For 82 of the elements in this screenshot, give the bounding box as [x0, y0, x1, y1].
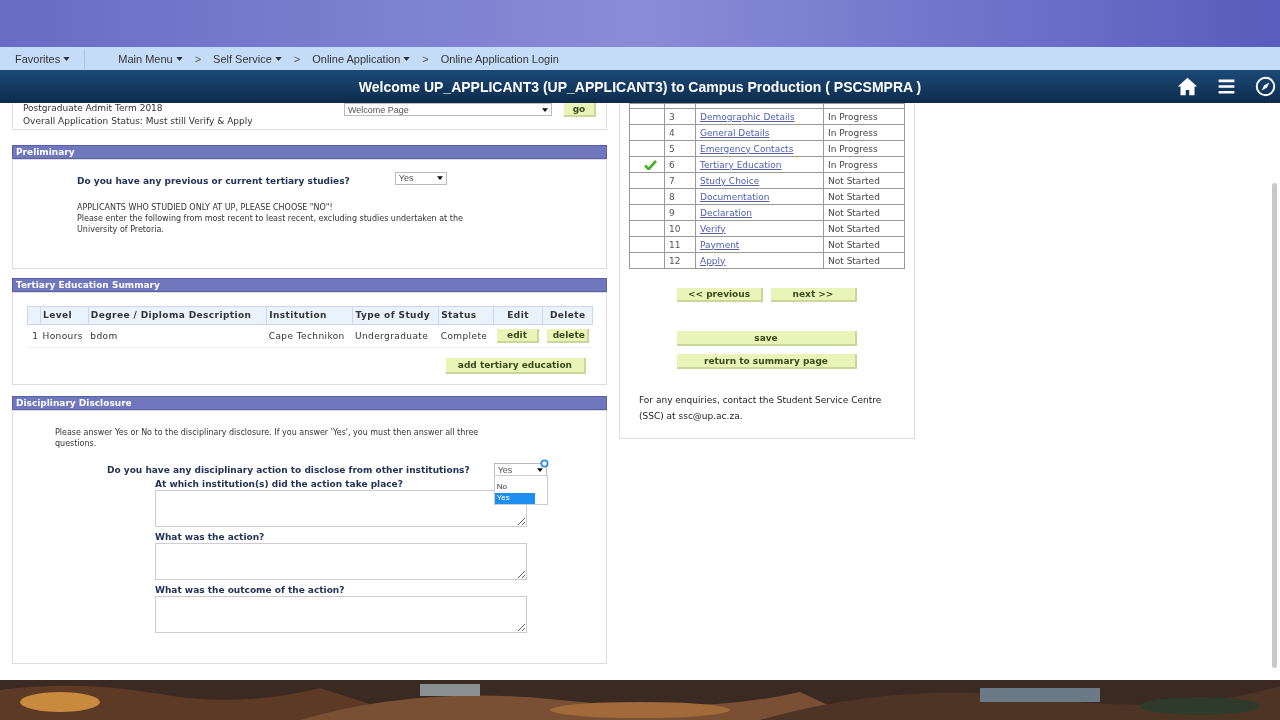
table-cell: bdom — [88, 324, 267, 348]
table-cell: 1 — [27, 324, 41, 348]
question-label: Do you have any previous or current tertiary studies? — [77, 176, 350, 186]
nav-menu-link[interactable]: Main Menu — [118, 52, 183, 65]
answer-select[interactable]: Yes — [394, 171, 447, 185]
caret-icon — [274, 56, 282, 61]
step-number: 9 — [664, 204, 696, 221]
cursor-ring-icon — [539, 459, 549, 468]
instruction-text: Please enter the following from most recent to least recent, excluding studies undertaken at the University of Pretoria. — [77, 213, 464, 235]
home-icon[interactable] — [1177, 76, 1198, 97]
table-cell: Cape Technikon — [266, 324, 353, 348]
caret-icon — [175, 56, 183, 61]
column-header: Status — [438, 306, 494, 325]
table-cell: Honours — [40, 324, 89, 348]
dropdown-option[interactable]: No — [494, 482, 535, 493]
scrollbar[interactable] — [1272, 183, 1277, 668]
table-header — [27, 306, 41, 325]
step-status: Not Started — [823, 188, 905, 205]
go-button[interactable]: go — [564, 103, 596, 117]
nav-menu-link[interactable]: Favorites — [15, 48, 86, 69]
step-number: 6 — [664, 156, 696, 173]
step-status: Not Started — [823, 252, 905, 269]
return-button[interactable]: return to summary page — [677, 354, 857, 369]
section-header: Preliminary — [12, 145, 607, 159]
save-button[interactable]: save — [677, 331, 857, 346]
instruction-text: Please answer Yes or No to the disciplinary disclosure. If you answer 'Yes', you must then answer all three questions. — [55, 427, 480, 449]
field-label: What was the outcome of the action? — [155, 585, 345, 595]
edit-button[interactable]: edit — [497, 329, 540, 343]
section-header: Disciplinary Disclosure — [12, 396, 607, 410]
table-cell: Complete — [438, 324, 494, 348]
caret-icon — [403, 56, 411, 61]
step-number: 7 — [664, 172, 696, 189]
delete-button[interactable]: delete — [546, 329, 589, 343]
add-tertiary-button[interactable]: add tertiary education — [445, 358, 586, 374]
admit-term: Postgraduate Admit Term 2018 — [23, 103, 164, 113]
column-header: Type of Study — [352, 306, 439, 325]
table-cell: Undergraduate — [352, 324, 439, 348]
step-number: 4 — [664, 124, 696, 141]
compass-icon[interactable] — [1255, 76, 1276, 97]
step-number: 12 — [664, 252, 696, 269]
caret-icon — [63, 56, 71, 61]
step-number: 11 — [664, 236, 696, 253]
step-status: In Progress — [823, 140, 905, 157]
section-header: Tertiary Education Summary — [12, 278, 607, 292]
field-label: What was the action? — [155, 532, 265, 542]
instruction-text: APPLICANTS WHO STUDIED ONLY AT UP, PLEASE CHOOSE "NO"! — [77, 202, 334, 213]
field-label: At which institution(s) did the action take place? — [155, 479, 403, 489]
column-header: Delete — [542, 306, 593, 325]
step-link[interactable]: Verify — [700, 223, 726, 234]
nav-menu-link[interactable]: Online Application Login — [440, 52, 559, 65]
step-status: Not Started — [823, 220, 905, 237]
caret-icon — [542, 107, 548, 112]
next-button[interactable]: next >> — [771, 288, 857, 302]
breadcrumb-separator: > — [293, 52, 301, 65]
enquiries-text: For any enquiries, contact the Student Service Centre (SSC) at ssc@up.ac.za. — [639, 394, 883, 423]
breadcrumb-separator: > — [422, 52, 429, 65]
step-number: 8 — [664, 188, 696, 205]
column-header: Level — [40, 306, 89, 325]
breadcrumb-separator: > — [194, 52, 202, 65]
text-area[interactable] — [155, 490, 527, 527]
step-number: 3 — [664, 108, 696, 125]
caret-icon — [536, 467, 543, 472]
step-status: In Progress — [823, 108, 905, 125]
caret-icon — [436, 176, 443, 180]
welcome-title: Welcome UP_APPLICANT3 (UP_APPLICANT3) to Campus Production ( PSCSMPRA ) — [358, 78, 922, 95]
nav-menu-link[interactable]: Online Application — [312, 52, 411, 65]
step-status: In Progress — [823, 124, 905, 141]
column-header: Institution — [266, 306, 353, 325]
question-label: Do you have any disciplinary action to disclose from other institutions? — [107, 464, 470, 475]
step-link[interactable]: Apply — [700, 255, 726, 266]
step-number: 5 — [664, 140, 696, 157]
step-status: In Progress — [823, 156, 905, 173]
application-status: Overall Application Status: Must still Verify & Apply — [23, 116, 254, 126]
step-status: Not Started — [823, 236, 905, 253]
previous-button[interactable]: << previous — [677, 288, 763, 302]
step-status: Not Started — [823, 172, 905, 189]
page-select[interactable]: Welcome Page — [344, 103, 552, 116]
column-header: Degree / Diploma Description — [88, 306, 267, 325]
column-header: Edit — [493, 306, 543, 325]
step-number: 10 — [664, 220, 696, 237]
nav-menu-link[interactable]: Self Service — [213, 52, 282, 65]
step-status: Not Started — [823, 204, 905, 221]
